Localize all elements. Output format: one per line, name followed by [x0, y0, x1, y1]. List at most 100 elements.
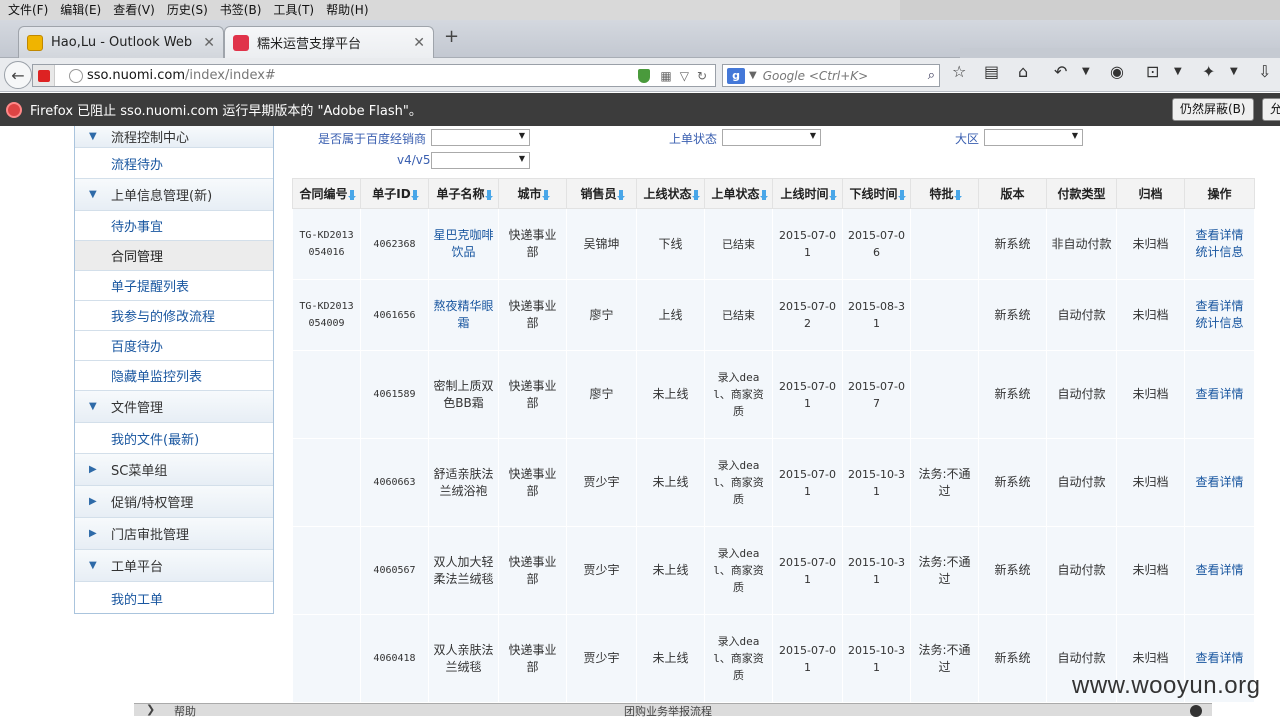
- bookmarks-icon[interactable]: ▤: [984, 62, 999, 81]
- sidebar-item[interactable]: 待办事宜: [75, 211, 273, 241]
- cell-name[interactable]: 星巴克咖啡饮品: [428, 208, 499, 280]
- sidebar-item[interactable]: 百度待办: [75, 331, 273, 361]
- menu-item[interactable]: 工具(T): [267, 0, 320, 20]
- sort-icon[interactable]: [759, 189, 768, 200]
- chevron-right-icon[interactable]: ❯: [146, 703, 155, 716]
- column-header[interactable]: 合同编号: [292, 178, 361, 209]
- sort-icon[interactable]: [541, 189, 550, 200]
- site-identity-icon[interactable]: [33, 65, 55, 86]
- version-select[interactable]: [431, 152, 530, 169]
- sidebar-item[interactable]: 流程待办: [75, 148, 273, 179]
- column-header[interactable]: 单子名称: [428, 178, 499, 209]
- cell-action[interactable]: 查看详情: [1184, 438, 1255, 527]
- view-details-link[interactable]: 查看详情: [1195, 563, 1243, 577]
- help-link[interactable]: 帮助: [174, 703, 196, 719]
- tab-outlook[interactable]: Hao,Lu - Outlook Web ... ✕: [18, 26, 224, 58]
- view-details-link[interactable]: 查看详情 统计信息: [1195, 228, 1243, 259]
- sidebar-item[interactable]: 我的文件(最新): [75, 423, 273, 454]
- bookmark-star-icon[interactable]: ☆: [952, 62, 966, 81]
- sidebar-group-header[interactable]: ▶ 门店审批管理: [75, 518, 273, 550]
- dropdown-icon[interactable]: ▽: [680, 69, 689, 83]
- cell-version: 新系统: [978, 279, 1047, 351]
- cell-action[interactable]: 查看详情: [1184, 350, 1255, 439]
- view-details-link[interactable]: 查看详情: [1195, 651, 1243, 665]
- sidebar-group-header[interactable]: ▶ 促销/特权管理: [75, 486, 273, 518]
- cell-text: 新系统: [994, 307, 1031, 322]
- sort-icon[interactable]: [347, 189, 356, 200]
- info-icon[interactable]: [1190, 705, 1202, 717]
- column-header[interactable]: 下线时间: [842, 178, 911, 209]
- sidebar-group-header[interactable]: ▼ 上单信息管理(新): [75, 179, 273, 211]
- url-text[interactable]: sso.nuomi.com/index/index#: [87, 68, 638, 83]
- sidebar-item[interactable]: 我参与的修改流程: [75, 301, 273, 331]
- region-select[interactable]: [984, 129, 1083, 146]
- sort-icon[interactable]: [484, 189, 493, 200]
- search-input[interactable]: Google <Ctrl+K>: [763, 69, 928, 83]
- order-status-select[interactable]: [722, 129, 821, 146]
- crop-icon[interactable]: ⊡: [1146, 62, 1159, 81]
- view-details-link[interactable]: 查看详情 统计信息: [1195, 299, 1243, 330]
- chevron-down-icon[interactable]: ▼: [1174, 66, 1182, 77]
- column-header[interactable]: 城市: [498, 178, 567, 209]
- deal-name-link[interactable]: 星巴克咖啡饮品: [433, 228, 493, 259]
- sort-icon[interactable]: [897, 189, 906, 200]
- sidebar-item[interactable]: 合同管理: [75, 241, 273, 271]
- sidebar-group-header[interactable]: ▼ 工单平台: [75, 550, 273, 582]
- keep-blocking-button[interactable]: 仍然屏蔽(B): [1172, 98, 1254, 121]
- url-bar[interactable]: sso.nuomi.com/index/index# ▦ ▽ ↻: [32, 64, 716, 87]
- chevron-down-icon[interactable]: ▼: [1230, 66, 1238, 77]
- cell-name[interactable]: 熬夜精华眼霜: [428, 279, 499, 351]
- cell-contract: [292, 350, 361, 439]
- menu-item[interactable]: 帮助(H): [320, 0, 374, 20]
- cell-action[interactable]: 查看详情 统计信息: [1184, 279, 1255, 351]
- search-icon[interactable]: ⌕: [928, 68, 935, 83]
- cell-action[interactable]: 查看详情 统计信息: [1184, 208, 1255, 280]
- view-details-link[interactable]: 查看详情: [1195, 387, 1243, 401]
- new-tab-icon[interactable]: +: [444, 26, 459, 47]
- cell-action[interactable]: 查看详情: [1184, 526, 1255, 615]
- view-details-link[interactable]: 查看详情: [1195, 475, 1243, 489]
- column-header[interactable]: 上线时间: [772, 178, 843, 209]
- deal-name-link[interactable]: 熬夜精华眼霜: [433, 299, 493, 330]
- tab-nuomi[interactable]: 糯米运营支撑平台 ✕: [224, 26, 434, 58]
- column-header[interactable]: 单子ID: [360, 178, 429, 209]
- close-tab-icon[interactable]: ✕: [203, 35, 215, 51]
- home-icon[interactable]: ⌂: [1018, 62, 1028, 81]
- sidebar-item[interactable]: 我的工单: [75, 582, 273, 614]
- sort-icon[interactable]: [828, 189, 837, 200]
- back-icon[interactable]: ←: [4, 61, 32, 89]
- grid-icon[interactable]: ▦: [660, 69, 671, 83]
- report-flow-link[interactable]: 团购业务举报流程: [624, 703, 712, 719]
- chat-icon[interactable]: ◉: [1110, 62, 1124, 81]
- sort-icon[interactable]: [410, 189, 419, 200]
- column-header[interactable]: 特批: [910, 178, 979, 209]
- sidebar-group-header[interactable]: ▼ 流程控制中心: [75, 126, 273, 148]
- close-tab-icon[interactable]: ✕: [413, 35, 425, 51]
- sort-icon[interactable]: [953, 189, 962, 200]
- column-header[interactable]: 上单状态: [704, 178, 773, 209]
- allow-button[interactable]: 允: [1262, 98, 1280, 121]
- sidebar-item[interactable]: 隐藏单监控列表: [75, 361, 273, 391]
- sidebar-group-header[interactable]: ▶ SC菜单组: [75, 454, 273, 486]
- reload-icon[interactable]: ↻: [697, 69, 707, 83]
- column-header[interactable]: 销售员: [566, 178, 637, 209]
- search-bar[interactable]: g ▼ Google <Ctrl+K> ⌕: [722, 64, 940, 87]
- column-header[interactable]: 上线状态: [636, 178, 705, 209]
- sort-icon[interactable]: [616, 189, 625, 200]
- menu-item[interactable]: 编辑(E): [54, 0, 107, 20]
- menu-item[interactable]: 书签(B): [214, 0, 268, 20]
- menu-item[interactable]: 查看(V): [107, 0, 161, 20]
- baidu-dealer-select[interactable]: [431, 129, 530, 146]
- shield-icon[interactable]: [638, 68, 651, 83]
- menu-item[interactable]: 文件(F): [2, 0, 54, 20]
- download-icon[interactable]: ⇩: [1258, 62, 1271, 81]
- sidebar-item[interactable]: 单子提醒列表: [75, 271, 273, 301]
- google-icon[interactable]: g: [727, 67, 745, 84]
- chevron-down-icon[interactable]: ▼: [1082, 66, 1090, 77]
- sort-icon[interactable]: [691, 189, 700, 200]
- sidebar-group-header[interactable]: ▼ 文件管理: [75, 391, 273, 423]
- chevron-down-icon[interactable]: ▼: [749, 70, 757, 81]
- extension-icon[interactable]: ✦: [1202, 62, 1215, 81]
- menu-item[interactable]: 历史(S): [161, 0, 214, 20]
- undo-icon[interactable]: ↶: [1054, 62, 1067, 81]
